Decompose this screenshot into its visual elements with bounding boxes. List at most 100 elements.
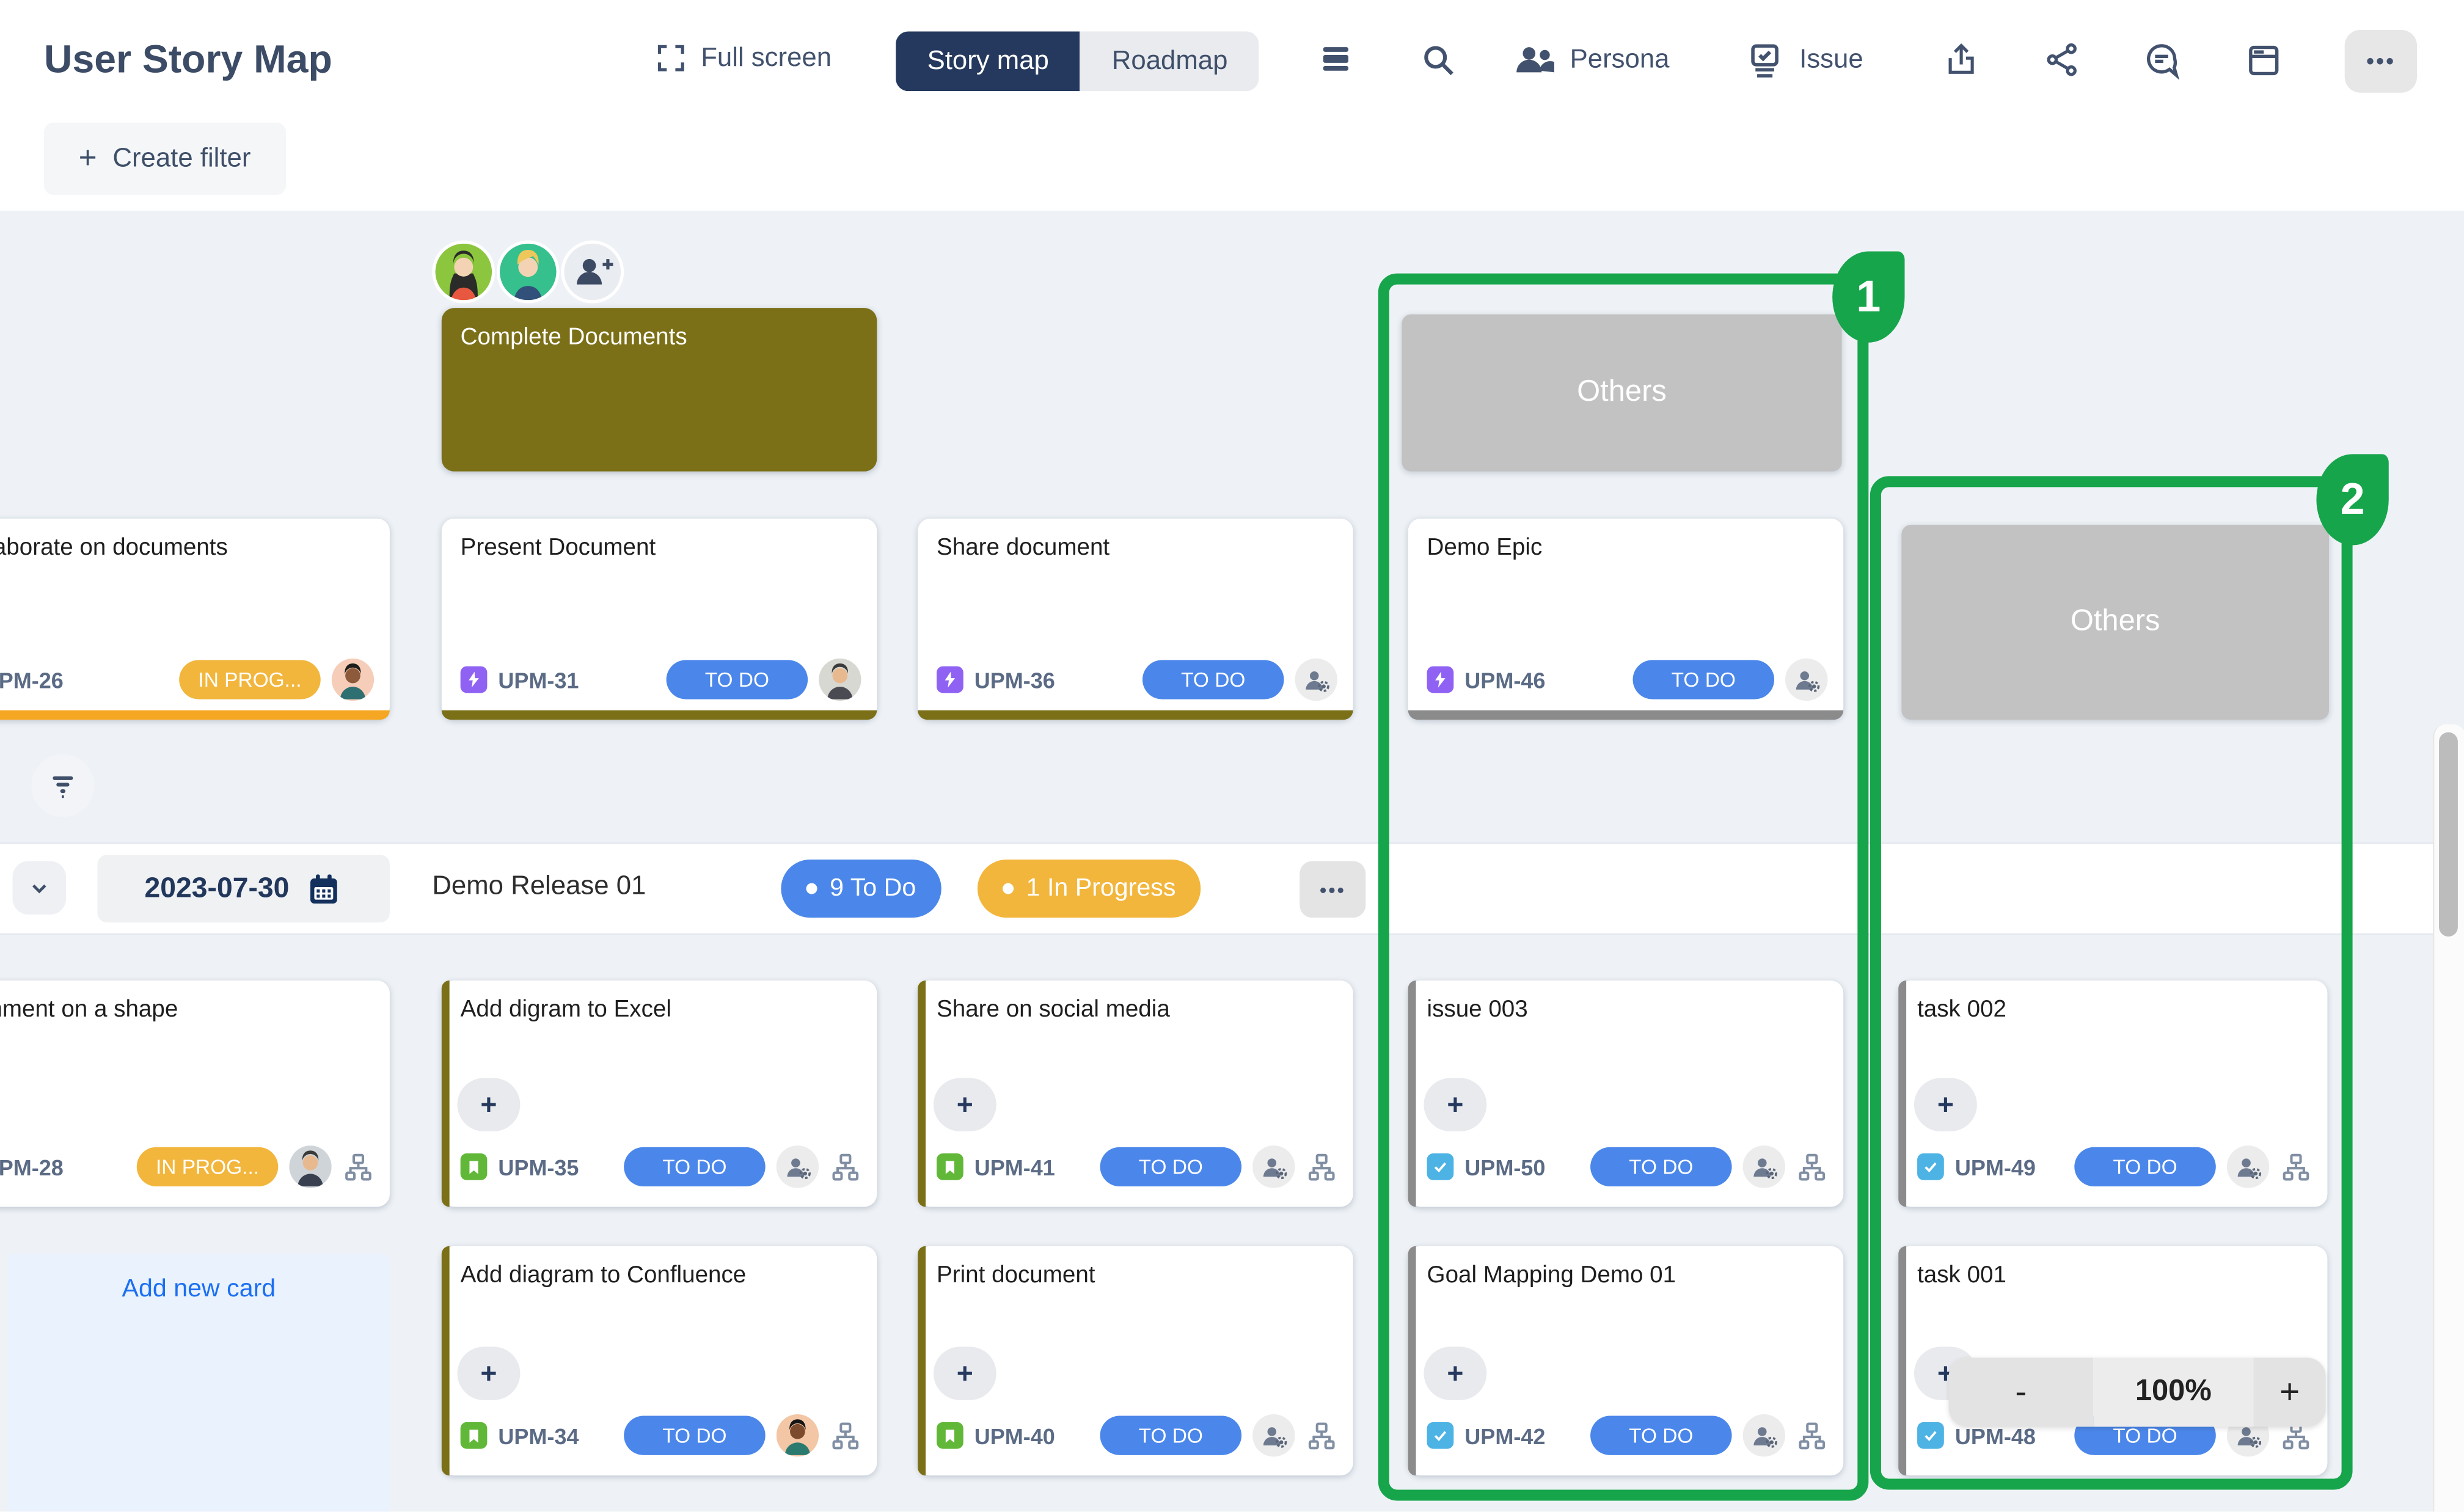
assignee-settings-icon[interactable] xyxy=(777,1145,819,1188)
hierarchy-icon[interactable] xyxy=(2280,1151,2311,1182)
tab-roadmap[interactable]: Roadmap xyxy=(1080,31,1259,91)
header-more-button[interactable]: ••• xyxy=(2345,30,2417,93)
scrollbar-thumb[interactable] xyxy=(2439,732,2458,937)
release-more-button[interactable]: ••• xyxy=(1300,861,1365,918)
status-badge[interactable]: TO DO xyxy=(1590,1147,1731,1186)
hierarchy-icon[interactable] xyxy=(343,1151,374,1182)
todo-count-badge[interactable]: 9 To Do xyxy=(781,860,941,918)
assignee-avatar[interactable] xyxy=(777,1414,819,1456)
assignee-avatar[interactable] xyxy=(289,1145,331,1188)
add-child-button[interactable]: + xyxy=(1914,1078,1977,1131)
task-icon xyxy=(1427,1153,1454,1180)
card-title: task 001 xyxy=(1917,1262,2312,1288)
story-card[interactable]: Demo Epic UPM-46 TO DO xyxy=(1408,519,1843,720)
annotation-badge-1: 1 xyxy=(1832,252,1904,343)
filter-button[interactable] xyxy=(31,754,94,817)
story-card[interactable]: mment on a shape + UPM-28 IN PROG... xyxy=(0,981,390,1207)
epic-card-complete-documents[interactable]: Complete Documents xyxy=(442,308,877,472)
add-child-button[interactable]: + xyxy=(934,1346,996,1400)
status-badge[interactable]: TO DO xyxy=(624,1147,765,1186)
story-card[interactable]: Share document UPM-36 TO DO xyxy=(918,519,1353,720)
status-badge[interactable]: TO DO xyxy=(1100,1416,1241,1455)
create-filter-button[interactable]: + Create filter xyxy=(44,123,285,195)
add-child-button[interactable]: + xyxy=(1424,1078,1486,1131)
card-title: Print document xyxy=(937,1262,1337,1288)
status-badge[interactable]: TO DO xyxy=(624,1416,765,1455)
assignee-settings-icon[interactable] xyxy=(1743,1414,1785,1456)
story-icon xyxy=(937,1153,963,1180)
scrollbar-track[interactable] xyxy=(2433,725,2464,1512)
add-new-card-link[interactable]: Add new card xyxy=(8,1276,390,1304)
search-icon[interactable] xyxy=(1419,41,1457,79)
inprogress-count-badge[interactable]: 1 In Progress xyxy=(978,860,1201,918)
story-card[interactable]: Add digram to Excel + UPM-35 TO DO xyxy=(442,981,877,1207)
card-title: Share document xyxy=(937,535,1337,561)
epic-card-others-1[interactable]: Others xyxy=(1402,314,1841,471)
export-icon[interactable] xyxy=(1942,41,1980,79)
story-card[interactable]: Goal Mapping Demo 01 + UPM-42 TO DO xyxy=(1408,1246,1843,1476)
add-child-button[interactable]: + xyxy=(458,1346,521,1400)
zoom-in-button[interactable]: + xyxy=(2254,1357,2326,1426)
release-name: Demo Release 01 xyxy=(432,871,646,902)
add-child-button[interactable]: + xyxy=(934,1078,996,1131)
collapse-release-button[interactable] xyxy=(13,861,66,915)
issue-key: UPM-41 xyxy=(974,1154,1055,1179)
story-card[interactable]: task 002 + UPM-49 TO DO xyxy=(1898,981,2327,1207)
assignee-settings-icon[interactable] xyxy=(1743,1145,1785,1188)
comment-icon[interactable] xyxy=(2142,41,2181,80)
add-child-button[interactable]: + xyxy=(1424,1346,1486,1400)
assignee-settings-icon[interactable] xyxy=(2227,1145,2269,1188)
status-badge[interactable]: TO DO xyxy=(1633,660,1774,699)
hierarchy-icon[interactable] xyxy=(1306,1151,1337,1182)
issue-key: UPM-50 xyxy=(1464,1154,1545,1179)
issue-key: UPM-26 xyxy=(0,667,64,692)
assignee-settings-icon[interactable] xyxy=(1295,659,1337,701)
story-card[interactable]: Share on social media + UPM-41 TO DO xyxy=(918,981,1353,1207)
status-badge[interactable]: TO DO xyxy=(1142,660,1284,699)
status-badge[interactable]: TO DO xyxy=(1590,1416,1731,1455)
fullscreen-button[interactable]: Full screen xyxy=(654,41,832,76)
assignee-avatar[interactable] xyxy=(819,659,861,701)
status-badge[interactable]: IN PROG... xyxy=(179,660,320,699)
assignee-avatar[interactable] xyxy=(332,659,374,701)
story-card[interactable]: Print document + UPM-40 TO DO xyxy=(918,1246,1353,1476)
swimlane-rows-icon[interactable] xyxy=(1317,41,1355,79)
status-badge[interactable]: TO DO xyxy=(667,660,808,699)
persona-avatar-woman[interactable] xyxy=(435,244,492,301)
epic-card-others-2[interactable]: Others xyxy=(1901,525,2329,720)
hierarchy-icon[interactable] xyxy=(830,1420,861,1451)
hierarchy-icon[interactable] xyxy=(830,1151,861,1182)
assignee-settings-icon[interactable] xyxy=(1252,1145,1295,1188)
share-icon[interactable] xyxy=(2043,41,2081,79)
release-date-field[interactable]: 2023-07-30 xyxy=(97,855,389,922)
add-child-button[interactable]: + xyxy=(458,1078,521,1131)
tab-story-map[interactable]: Story map xyxy=(896,31,1080,91)
epic-icon xyxy=(1427,667,1454,693)
status-badge[interactable]: TO DO xyxy=(2074,1147,2215,1186)
hierarchy-icon[interactable] xyxy=(1306,1420,1337,1451)
card-status-strip xyxy=(918,710,1353,720)
toolbar: User Story Map Full screen Story map Roa… xyxy=(0,0,2464,211)
status-badge[interactable]: TO DO xyxy=(1100,1147,1241,1186)
add-persona-button[interactable] xyxy=(564,244,621,301)
status-badge[interactable]: IN PROG... xyxy=(137,1147,278,1186)
zoom-out-button[interactable]: - xyxy=(1949,1357,2094,1426)
hierarchy-icon[interactable] xyxy=(1796,1420,1827,1451)
zoom-control: - 100% + xyxy=(1949,1357,2326,1426)
card-left-border xyxy=(1408,981,1416,1207)
story-card[interactable]: Present Document UPM-31 TO DO xyxy=(442,519,877,720)
persona-icon[interactable] xyxy=(1513,41,1557,79)
story-card[interactable]: llaborate on documents UPM-26 IN PROG... xyxy=(0,519,390,720)
persona-button[interactable]: Persona xyxy=(1570,44,1670,75)
issue-button[interactable]: Issue xyxy=(1799,44,1863,75)
assignee-settings-icon[interactable] xyxy=(1785,659,1827,701)
card-title: Goal Mapping Demo 01 xyxy=(1427,1262,1828,1288)
issue-icon[interactable] xyxy=(1744,41,1785,82)
story-card[interactable]: Add diagram to Confluence + UPM-34 TO DO xyxy=(442,1246,877,1476)
hierarchy-icon[interactable] xyxy=(1796,1151,1827,1182)
card-status-strip xyxy=(1408,710,1843,720)
card-view-icon[interactable] xyxy=(2244,41,2283,80)
persona-avatar-man[interactable] xyxy=(500,244,557,301)
assignee-settings-icon[interactable] xyxy=(1252,1414,1295,1456)
story-card[interactable]: issue 003 + UPM-50 TO DO xyxy=(1408,981,1843,1207)
